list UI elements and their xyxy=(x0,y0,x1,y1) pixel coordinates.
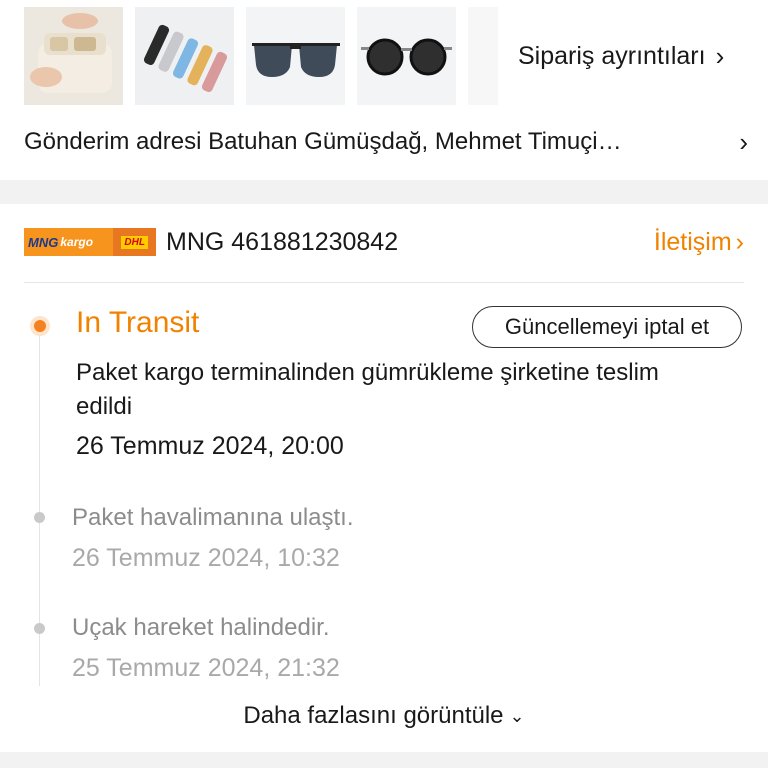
cancel-update-button[interactable]: Güncellemeyi iptal et xyxy=(472,306,742,348)
latest-event-time: 26 Temmuz 2024, 20:00 xyxy=(76,432,344,460)
product-thumbnail-partial[interactable] xyxy=(468,7,498,105)
event-time: 26 Temmuz 2024, 10:32 xyxy=(72,544,340,572)
dhl-logo: DHL xyxy=(113,228,156,256)
timeline-dot xyxy=(34,512,45,523)
chevron-right-icon: › xyxy=(715,40,725,71)
chevron-right-icon: › xyxy=(735,227,744,256)
order-details-label: Sipariş ayrıntıları xyxy=(518,41,706,70)
product-thumbnails[interactable] xyxy=(24,7,498,105)
organizer-bag-image xyxy=(24,7,123,105)
contact-label: İletişim xyxy=(653,227,732,256)
shipping-address-text: Gönderim adresi Batuhan Gümüşdağ, Mehmet… xyxy=(24,128,622,155)
contact-link[interactable]: İletişim › xyxy=(654,228,744,257)
timeline-dot xyxy=(34,623,45,634)
order-summary: Sipariş ayrıntıları › Gönderim adresi Ba… xyxy=(0,0,768,180)
carrier-row: MNG kargo DHL MNG 461881230842 İletişim … xyxy=(24,220,744,264)
shipping-address-row[interactable]: Gönderim adresi Batuhan Gümüşdağ, Mehmet… xyxy=(24,120,748,164)
divider xyxy=(24,282,744,283)
tracking-number: MNG 461881230842 xyxy=(166,227,399,256)
section-divider xyxy=(0,752,768,768)
mng-kargo-logo: MNG kargo xyxy=(24,228,114,256)
product-thumbnail-sunglasses-2[interactable] xyxy=(357,7,456,105)
chevron-right-icon: › xyxy=(739,126,748,157)
sunglasses-image xyxy=(246,7,345,105)
event-description: Uçak hareket halindedir. xyxy=(72,614,330,641)
section-divider xyxy=(0,180,768,204)
product-thumbnail-pens[interactable] xyxy=(135,7,234,105)
timeline-line xyxy=(39,330,40,690)
round-sunglasses-image xyxy=(357,7,456,105)
latest-event-description: Paket kargo terminalinden gümrükleme şir… xyxy=(76,359,659,420)
event-time: 25 Temmuz 2024, 21:32 xyxy=(72,654,340,682)
event-description: Paket havalimanına ulaştı. xyxy=(72,504,354,531)
timeline-active-dot xyxy=(30,316,50,336)
product-thumbnail-organizer[interactable] xyxy=(24,7,123,105)
current-status: In Transit xyxy=(76,306,200,339)
carrier-logo: MNG kargo DHL xyxy=(24,228,156,256)
chevron-down-icon: ⌄ xyxy=(509,705,525,726)
product-thumbnail-sunglasses-1[interactable] xyxy=(246,7,345,105)
order-details-link[interactable]: Sipariş ayrıntıları › xyxy=(518,38,724,74)
perfume-atomizers-image xyxy=(135,7,234,105)
show-more-button[interactable]: Daha fazlasını görüntüle ⌄ xyxy=(0,696,768,736)
show-more-label: Daha fazlasını görüntüle xyxy=(243,702,504,729)
